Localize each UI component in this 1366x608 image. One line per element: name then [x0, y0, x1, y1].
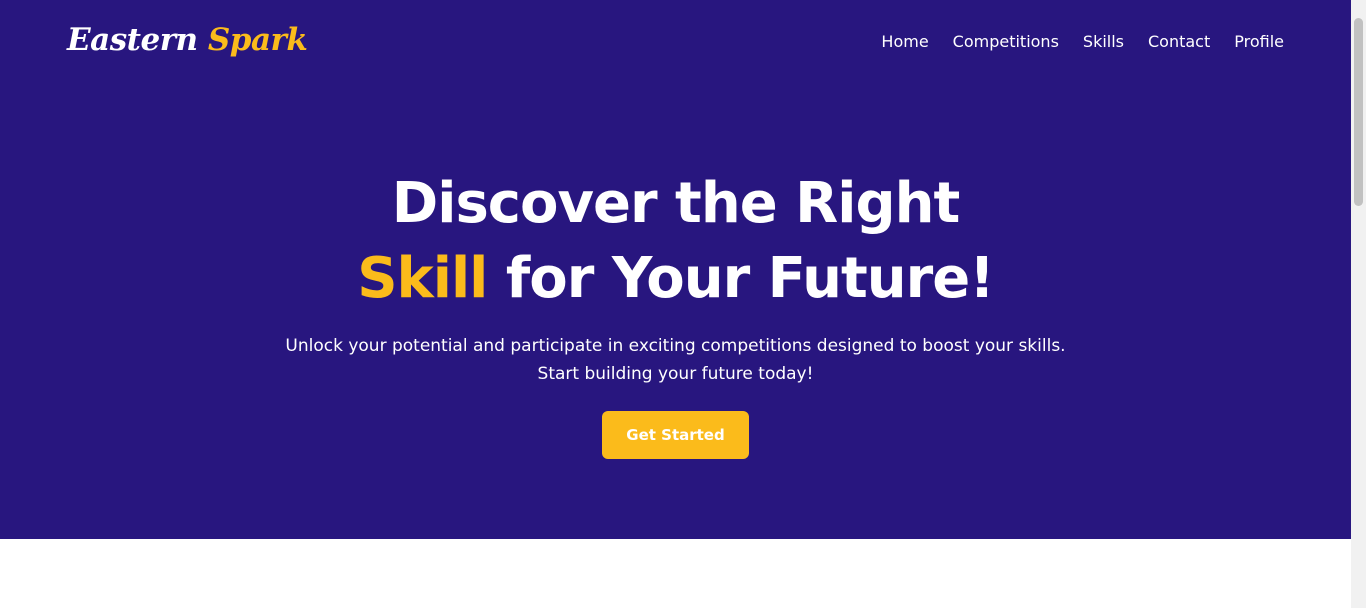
hero-section: Eastern Spark Home Competitions Skills C…: [0, 0, 1351, 539]
nav-contact[interactable]: Contact: [1148, 32, 1210, 51]
scrollbar-thumb[interactable]: [1354, 18, 1363, 206]
main-nav: Home Competitions Skills Contact Profile: [881, 32, 1284, 51]
page: Eastern Spark Home Competitions Skills C…: [0, 0, 1366, 608]
hero-subtitle: Unlock your potential and participate in…: [0, 332, 1351, 388]
brand-logo[interactable]: Eastern Spark: [67, 22, 308, 58]
brand-word-eastern: Eastern: [67, 22, 198, 58]
headline-accent-skill: Skill: [357, 246, 488, 311]
nav-skills[interactable]: Skills: [1083, 32, 1124, 51]
get-started-button[interactable]: Get Started: [602, 411, 749, 459]
brand-word-spark: Spark: [207, 22, 308, 58]
page-scrollbar[interactable]: [1351, 0, 1366, 608]
headline-line2: for Your Future!: [487, 246, 995, 311]
content-section: [0, 539, 1351, 608]
headline-line1: Discover the Right: [391, 171, 960, 236]
nav-profile[interactable]: Profile: [1234, 32, 1284, 51]
nav-home[interactable]: Home: [881, 32, 928, 51]
hero-headline: Discover the Right Skill for Your Future…: [0, 166, 1351, 316]
hero-subtitle-line2: Start building your future today!: [537, 364, 814, 384]
hero-subtitle-line1: Unlock your potential and participate in…: [285, 336, 1066, 356]
nav-competitions[interactable]: Competitions: [953, 32, 1059, 51]
